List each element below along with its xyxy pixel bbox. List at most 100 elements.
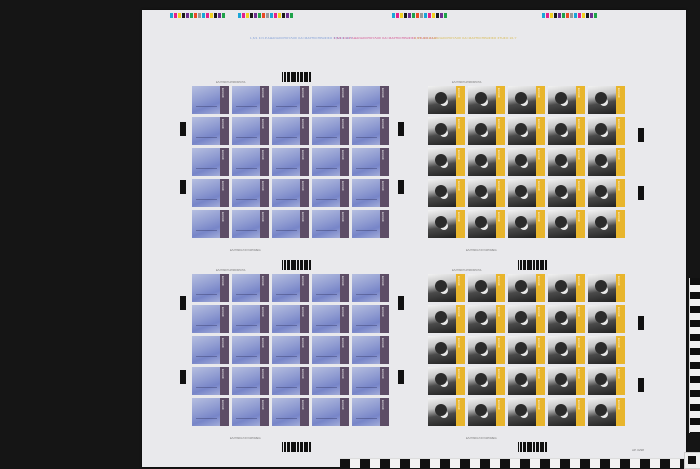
stamp-seascape: ΕΛΛΑΣ [312,86,349,114]
stamp-portrait: ΕΛΛΑΣ [468,179,505,207]
stamp-country-text: ΕΛΛΑΣ [301,212,305,222]
stamp-side-panel: ΕΛΛΑΣ [220,305,229,333]
stamp-side-panel: ΕΛΛΑΣ [496,336,505,364]
color-swatch [178,13,181,18]
stamp-portrait: ΕΛΛΑΣ [468,210,505,238]
stamp-portrait: ΕΛΛΑΣ [548,86,585,114]
stamp-side-panel: ΕΛΛΑΣ [536,336,545,364]
stamp-country-text: ΕΛΛΑΣ [341,369,345,379]
stamp-image [548,398,576,426]
stamp-seascape: ΕΛΛΑΣ [352,367,389,395]
stamp-side-panel: ΕΛΛΑΣ [456,179,465,207]
stamp-side-panel: ΕΛΛΑΣ [220,367,229,395]
stamp-image [232,336,260,364]
color-swatch [270,13,273,18]
stamp-seascape: ΕΛΛΑΣ [312,367,349,395]
stamp-side-panel: ΕΛΛΑΣ [576,179,585,207]
stamp-country-text: ΕΛΛΑΣ [301,276,305,286]
stamp-seascape: ΕΛΛΑΣ [192,367,229,395]
sheet-number: ΑΡ. 0298 [632,448,644,452]
color-swatch [428,13,431,18]
stamp-image [548,148,576,176]
stamp-side-panel: ΕΛΛΑΣ [340,398,349,426]
stamp-side-panel: ΕΛΛΑΣ [260,117,269,145]
barcode-vertical-right-3 [638,316,644,330]
pane-footer-text: ΕΛΛΗΝΙΚΑ ΤΑΧΥΔΡΟΜΕΙΑ [466,249,497,252]
pane-footer-text: ΕΛΛΗΝΙΚΑ ΤΑΧΥΔΡΟΜΕΙΑ [230,437,261,440]
stamp-image [548,179,576,207]
stamp-country-text: ΕΛΛΑΣ [617,119,621,129]
stamp-country-text: ΕΛΛΑΣ [617,338,621,348]
color-swatch [436,13,439,18]
stamp-portrait: ΕΛΛΑΣ [508,305,545,333]
barcode-bottom-left [282,442,312,452]
color-registration-bar-far-right [542,13,598,18]
stamp-country-text: ΕΛΛΑΣ [221,88,225,98]
stamp-side-panel: ΕΛΛΑΣ [260,210,269,238]
color-swatch [170,13,173,18]
stamp-seascape: ΕΛΛΑΣ [272,179,309,207]
stamp-portrait: ΕΛΛΑΣ [588,398,625,426]
stamp-side-panel: ΕΛΛΑΣ [220,86,229,114]
stamp-image [352,398,380,426]
stamp-portrait: ΕΛΛΑΣ [588,336,625,364]
stamp-image [192,117,220,145]
stamp-seascape: ΕΛΛΑΣ [352,86,389,114]
stamp-portrait: ΕΛΛΑΣ [588,86,625,114]
stamp-country-text: ΕΛΛΑΣ [617,88,621,98]
stamp-seascape: ΕΛΛΑΣ [192,179,229,207]
stamp-country-text: ΕΛΛΑΣ [261,150,265,160]
stamp-image [548,210,576,238]
stamp-country-text: ΕΛΛΑΣ [457,150,461,160]
stamp-seascape: ΕΛΛΑΣ [312,148,349,176]
stamp-image [588,148,616,176]
stamp-pane-top-right: ΕΛΛΗΝΙΚΗ ΔΗΜΟΚΡΑΤΙΑΕΛΛΑΣΕΛΛΑΣΕΛΛΑΣΕΛΛΑΣΕ… [418,86,608,246]
color-registration-bar-right [392,13,448,18]
stamp-side-panel: ΕΛΛΑΣ [220,210,229,238]
stamp-seascape: ΕΛΛΑΣ [192,398,229,426]
color-swatch [186,13,189,18]
stamp-image [272,336,300,364]
stamp-side-panel: ΕΛΛΑΣ [260,148,269,176]
stamp-country-text: ΕΛΛΑΣ [341,150,345,160]
stamp-image [352,86,380,114]
stamp-country-text: ΕΛΛΑΣ [457,276,461,286]
stamp-image [192,305,220,333]
stamp-seascape: ΕΛΛΑΣ [312,210,349,238]
color-swatch [420,13,423,18]
stamp-image [272,398,300,426]
stamp-country-text: ΕΛΛΑΣ [617,212,621,222]
stamp-portrait: ΕΛΛΑΣ [588,274,625,302]
barcode-bar [546,442,548,452]
stamp-country-text: ΕΛΛΑΣ [617,400,621,410]
stamp-seascape: ΕΛΛΑΣ [352,336,389,364]
stamp-image [192,367,220,395]
stamp-country-text: ΕΛΛΑΣ [261,88,265,98]
stamp-side-panel: ΕΛΛΑΣ [496,367,505,395]
stamp-portrait: ΕΛΛΑΣ [548,305,585,333]
stamp-side-panel: ΕΛΛΑΣ [220,274,229,302]
stamp-image [352,148,380,176]
stamp-image [312,86,340,114]
stamp-country-text: ΕΛΛΑΣ [457,119,461,129]
stamp-image [192,336,220,364]
color-swatch [416,13,419,18]
stamp-seascape: ΕΛΛΑΣ [232,148,269,176]
stamp-side-panel: ΕΛΛΑΣ [340,367,349,395]
stamp-side-panel: ΕΛΛΑΣ [496,398,505,426]
stamp-portrait: ΕΛΛΑΣ [468,336,505,364]
stamp-seascape: ΕΛΛΑΣ [352,117,389,145]
stamp-side-panel: ΕΛΛΑΣ [576,117,585,145]
barcode-vertical-mid-2 [398,180,404,194]
stamp-seascape: ΕΛΛΑΣ [192,210,229,238]
stamp-image [468,86,496,114]
stamp-side-panel: ΕΛΛΑΣ [300,210,309,238]
stamp-country-text: ΕΛΛΑΣ [381,212,385,222]
barcode-vertical-left-3 [180,296,186,310]
stamp-portrait: ΕΛΛΑΣ [428,367,465,395]
stamp-side-panel: ΕΛΛΑΣ [300,305,309,333]
stamp-image [468,398,496,426]
stamp-image [468,305,496,333]
stamp-image [192,179,220,207]
stamp-pane-bottom-left: ΕΛΛΗΝΙΚΗ ΔΗΜΟΚΡΑΤΙΑΕΛΛΑΣΕΛΛΑΣΕΛΛΑΣΕΛΛΑΣΕ… [182,274,372,434]
